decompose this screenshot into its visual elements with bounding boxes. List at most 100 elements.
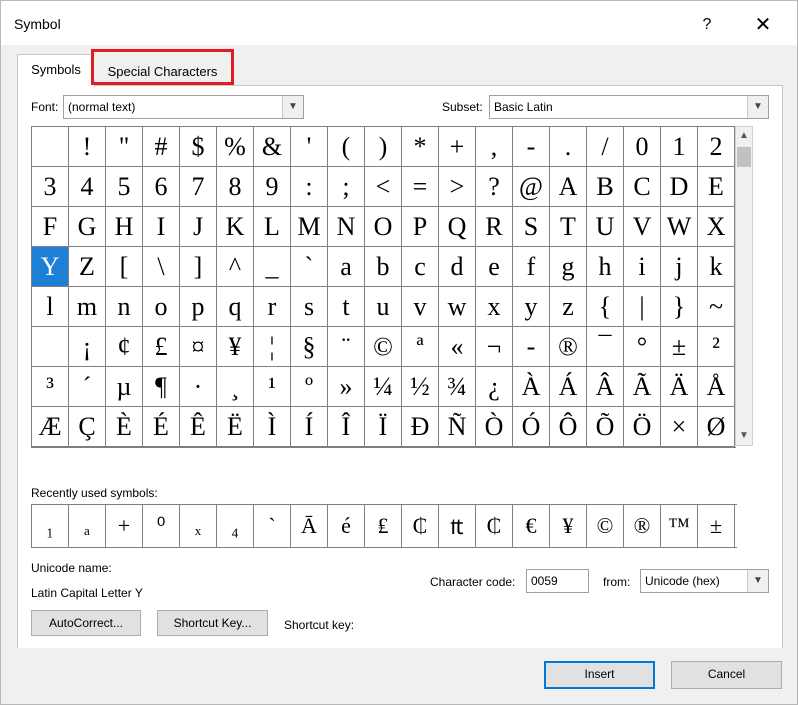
- symbol-cell[interactable]: ^: [217, 247, 254, 287]
- symbol-cell[interactable]: º: [291, 367, 328, 407]
- shortcut-key-button[interactable]: Shortcut Key...: [157, 610, 268, 636]
- symbol-cell[interactable]: 7: [180, 167, 217, 207]
- symbol-cell[interactable]: ¾: [439, 367, 476, 407]
- symbol-cell[interactable]: 8: [217, 167, 254, 207]
- symbol-cell[interactable]: !: [69, 127, 106, 167]
- symbol-cell[interactable]: {: [587, 287, 624, 327]
- symbol-cell[interactable]: X: [698, 207, 735, 247]
- symbol-cell[interactable]: ): [365, 127, 402, 167]
- recent-symbol-cell[interactable]: ₄: [217, 505, 254, 547]
- symbol-cell[interactable]: .: [550, 127, 587, 167]
- symbol-cell[interactable]: Õ: [587, 407, 624, 447]
- chevron-down-icon[interactable]: ▼: [282, 96, 303, 118]
- symbol-cell[interactable]: n: [106, 287, 143, 327]
- close-icon[interactable]: ✕: [749, 11, 777, 39]
- autocorrect-button[interactable]: AutoCorrect...: [31, 610, 141, 636]
- symbol-cell[interactable]: ,: [476, 127, 513, 167]
- symbol-cell[interactable]: $: [180, 127, 217, 167]
- symbol-cell[interactable]: ¿: [476, 367, 513, 407]
- symbol-cell[interactable]: s: [291, 287, 328, 327]
- symbol-cell[interactable]: Q: [439, 207, 476, 247]
- symbol-cell[interactable]: *: [402, 127, 439, 167]
- symbol-cell[interactable]: Î: [328, 407, 365, 447]
- symbol-cell[interactable]: ×: [661, 407, 698, 447]
- symbol-cell[interactable]: ¦: [254, 327, 291, 367]
- symbol-cell[interactable]: &: [254, 127, 291, 167]
- symbol-cell[interactable]: A: [550, 167, 587, 207]
- chevron-up-icon[interactable]: ▲: [736, 127, 752, 145]
- symbol-cell[interactable]: d: [439, 247, 476, 287]
- symbol-cell[interactable]: ¼: [365, 367, 402, 407]
- symbol-cell[interactable]: a: [328, 247, 365, 287]
- symbol-cell[interactable]: [32, 327, 69, 367]
- symbol-cell[interactable]: W: [661, 207, 698, 247]
- symbol-cell[interactable]: Ð: [402, 407, 439, 447]
- symbol-cell[interactable]: _: [254, 247, 291, 287]
- recent-symbol-cell[interactable]: ₤: [365, 505, 402, 547]
- character-code-input[interactable]: 0059: [526, 569, 589, 593]
- symbol-grid-scrollbar[interactable]: ▲ ▼: [735, 126, 753, 446]
- chevron-down-icon[interactable]: ▼: [747, 570, 768, 592]
- recent-symbol-cell[interactable]: ®: [624, 505, 661, 547]
- symbol-cell[interactable]: %: [217, 127, 254, 167]
- symbol-cell[interactable]: l: [32, 287, 69, 327]
- help-icon[interactable]: ?: [695, 13, 719, 37]
- symbol-cell[interactable]: ·: [180, 367, 217, 407]
- tab-symbols[interactable]: Symbols: [17, 54, 95, 87]
- symbol-cell[interactable]: :: [291, 167, 328, 207]
- chevron-down-icon[interactable]: ▼: [736, 427, 752, 445]
- symbol-cell[interactable]: ¡: [69, 327, 106, 367]
- symbol-cell[interactable]: Ñ: [439, 407, 476, 447]
- symbol-cell[interactable]: ³: [32, 367, 69, 407]
- recent-symbol-cell[interactable]: `: [254, 505, 291, 547]
- symbol-cell[interactable]: ": [106, 127, 143, 167]
- symbol-cell[interactable]: p: [180, 287, 217, 327]
- symbol-cell[interactable]: g: [550, 247, 587, 287]
- symbol-cell[interactable]: K: [217, 207, 254, 247]
- symbol-cell[interactable]: Æ: [32, 407, 69, 447]
- symbol-cell[interactable]: E: [698, 167, 735, 207]
- symbol-cell[interactable]: Ó: [513, 407, 550, 447]
- symbol-cell[interactable]: Ø: [698, 407, 735, 447]
- symbol-cell[interactable]: P: [402, 207, 439, 247]
- symbol-cell[interactable]: ~: [698, 287, 735, 327]
- symbol-cell[interactable]: È: [106, 407, 143, 447]
- symbol-cell[interactable]: 3: [32, 167, 69, 207]
- symbol-cell[interactable]: ¥: [217, 327, 254, 367]
- symbol-cell[interactable]: ¸: [217, 367, 254, 407]
- symbol-cell[interactable]: 2: [698, 127, 735, 167]
- symbol-cell[interactable]: ª: [402, 327, 439, 367]
- symbol-cell[interactable]: 5: [106, 167, 143, 207]
- symbol-cell[interactable]: Ö: [624, 407, 661, 447]
- symbol-cell[interactable]: q: [217, 287, 254, 327]
- symbol-cell[interactable]: Z: [69, 247, 106, 287]
- recent-symbol-cell[interactable]: €: [513, 505, 550, 547]
- symbol-cell[interactable]: c: [402, 247, 439, 287]
- recent-symbol-cell[interactable]: ₵: [402, 505, 439, 547]
- symbol-cell[interactable]: Ç: [69, 407, 106, 447]
- symbol-cell[interactable]: Ä: [661, 367, 698, 407]
- symbol-cell[interactable]: -: [513, 127, 550, 167]
- symbol-cell[interactable]: Y: [32, 247, 69, 287]
- subset-select[interactable]: Basic Latin ▼: [489, 95, 769, 119]
- symbol-cell[interactable]: ©: [365, 327, 402, 367]
- recent-symbol-cell[interactable]: ₓ: [180, 505, 217, 547]
- recent-symbol-cell[interactable]: ©: [587, 505, 624, 547]
- recent-symbol-cell[interactable]: ₵: [476, 505, 513, 547]
- symbol-cell[interactable]: |: [624, 287, 661, 327]
- symbol-cell[interactable]: »: [328, 367, 365, 407]
- symbol-cell[interactable]: y: [513, 287, 550, 327]
- symbol-cell[interactable]: =: [402, 167, 439, 207]
- symbol-cell[interactable]: Ò: [476, 407, 513, 447]
- symbol-cell[interactable]: F: [32, 207, 69, 247]
- symbol-cell[interactable]: +: [439, 127, 476, 167]
- symbol-cell[interactable]: ;: [328, 167, 365, 207]
- symbol-cell[interactable]: Å: [698, 367, 735, 407]
- symbol-cell[interactable]: r: [254, 287, 291, 327]
- symbol-cell[interactable]: ±: [661, 327, 698, 367]
- symbol-cell[interactable]: J: [180, 207, 217, 247]
- symbol-cell[interactable]: ½: [402, 367, 439, 407]
- insert-button[interactable]: Insert: [544, 661, 655, 689]
- symbol-cell[interactable]: ]: [180, 247, 217, 287]
- symbol-cell[interactable]: t: [328, 287, 365, 327]
